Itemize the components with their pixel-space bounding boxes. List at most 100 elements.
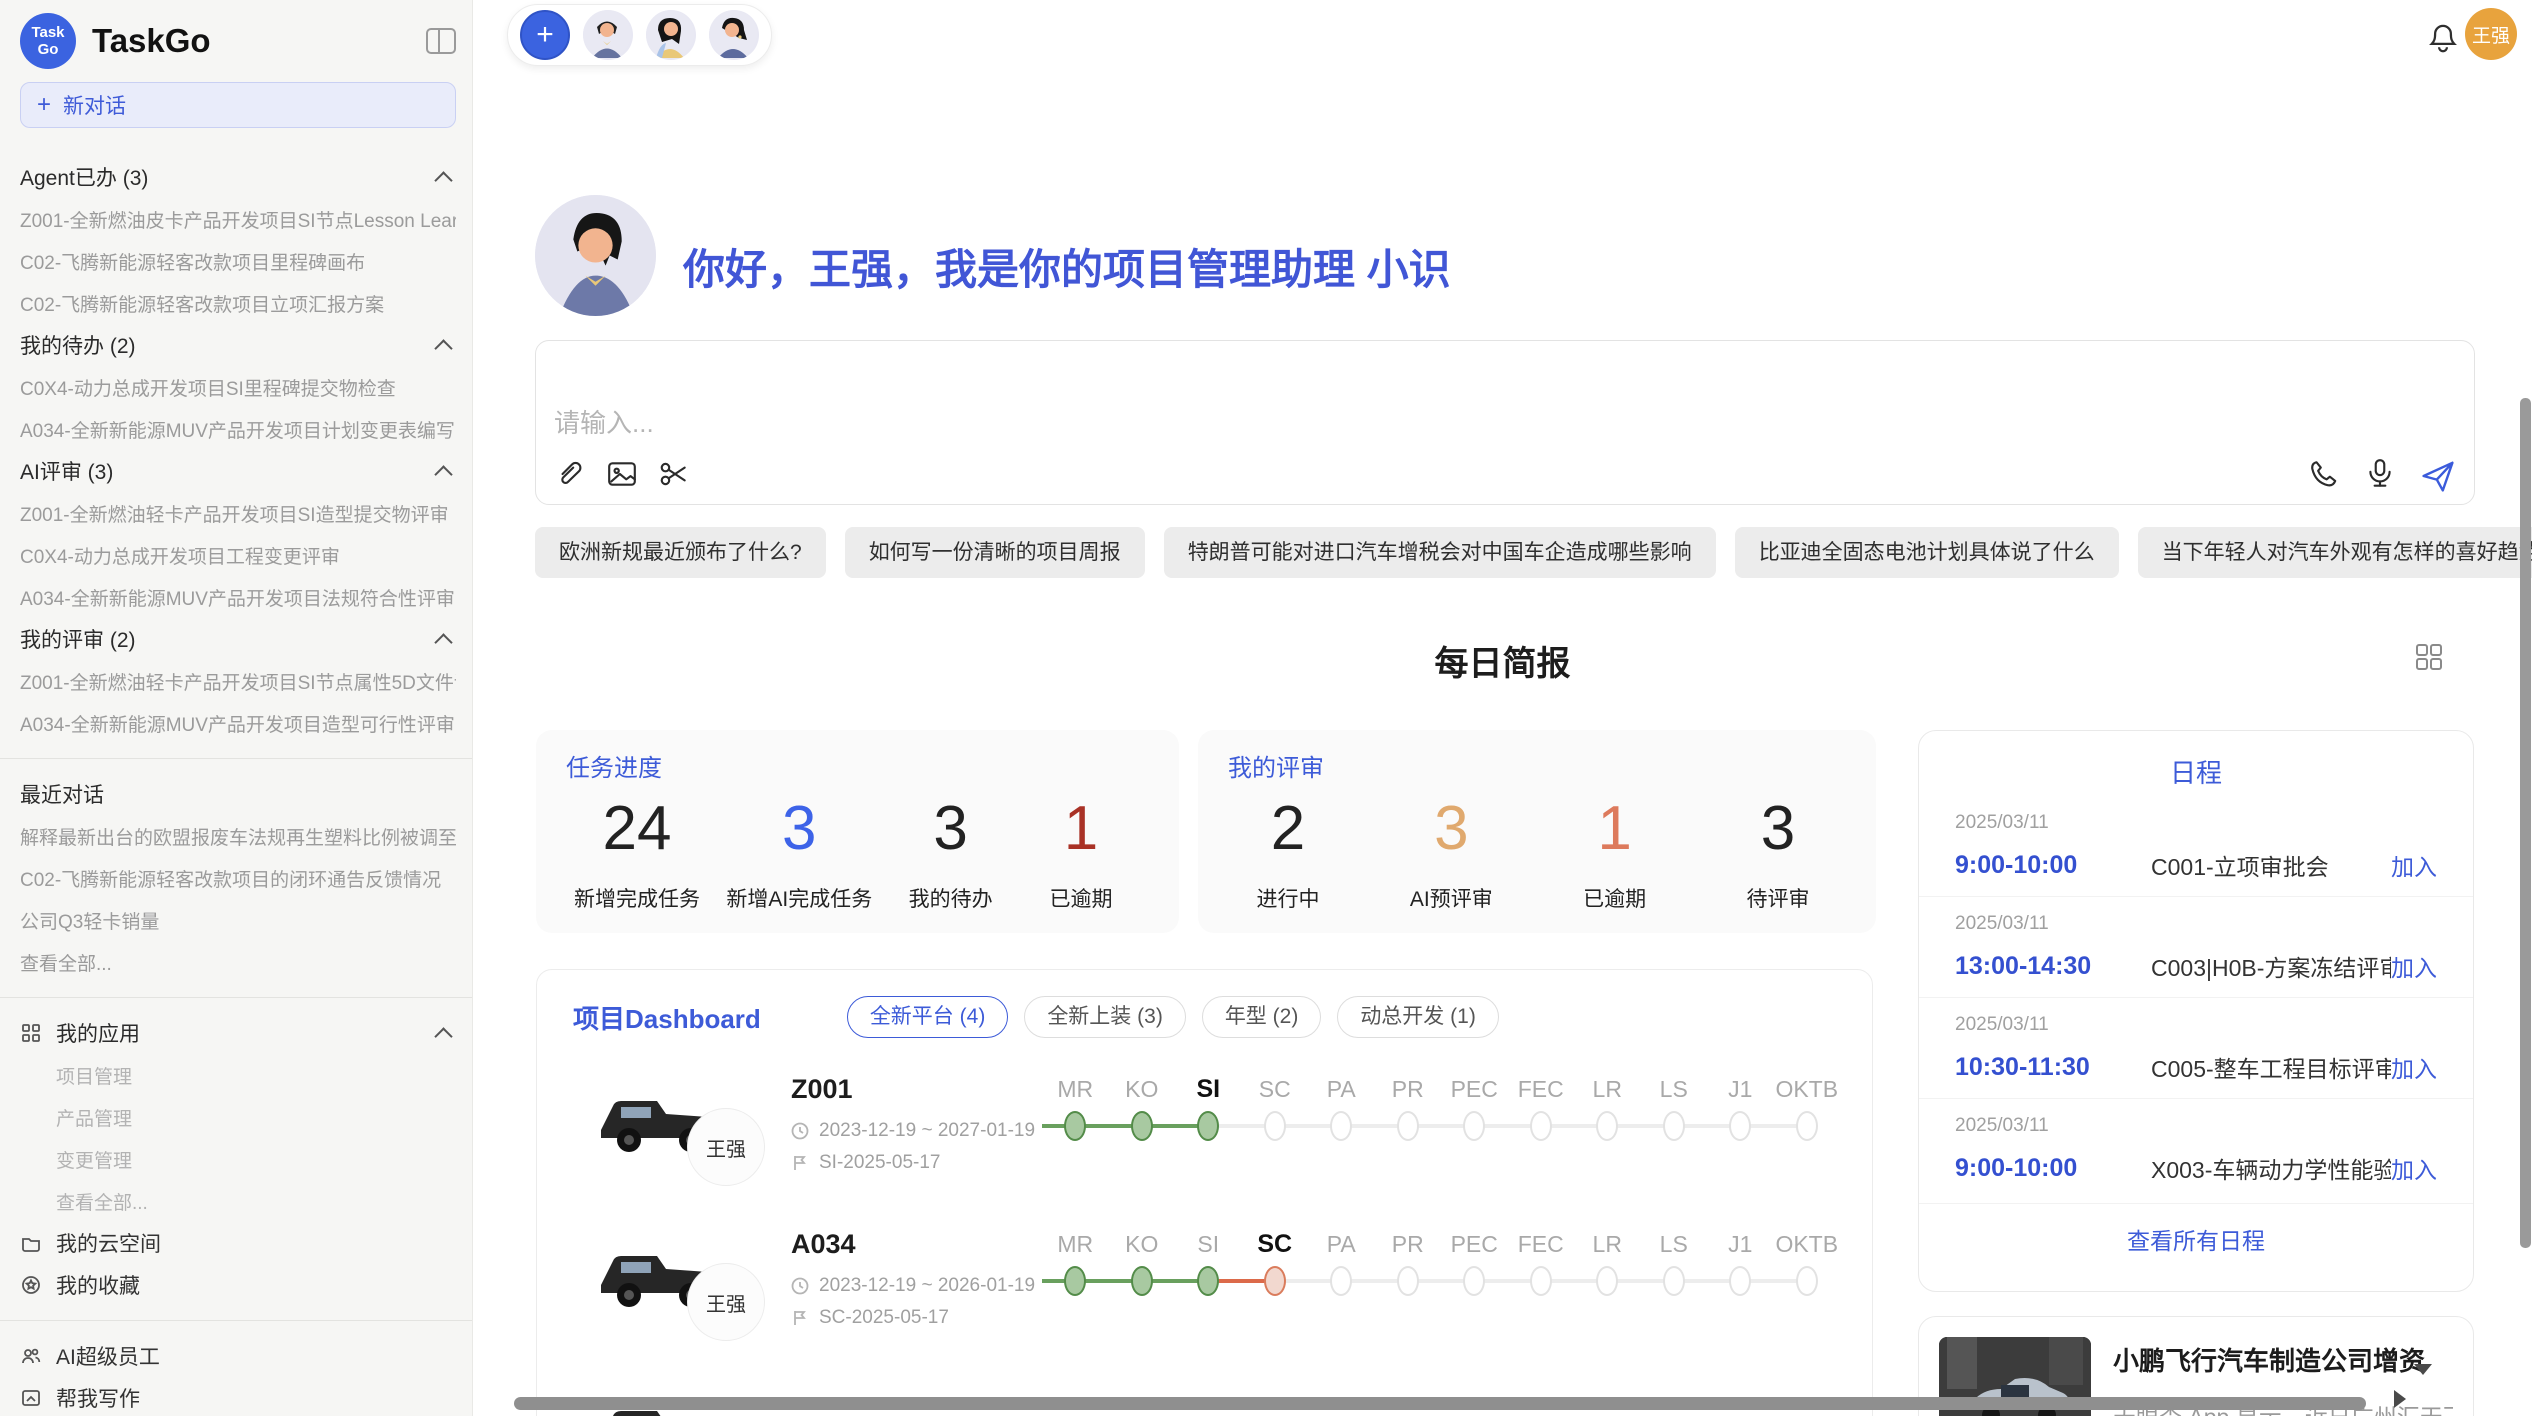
project-dates: 2023-12-19 ~ 2026-01-19 (819, 1275, 1035, 1297)
layout-grid-icon[interactable] (2414, 642, 2444, 672)
chevron-up-icon[interactable] (434, 633, 452, 651)
filter-powertrain[interactable]: 动总开发 (1) (1337, 996, 1499, 1038)
attachment-icon[interactable] (554, 458, 586, 490)
schedule-name: C001-立项审批会 (2151, 848, 2391, 882)
user-avatar[interactable]: 王强 (2465, 8, 2517, 60)
milestone-cell: PEC (1441, 1227, 1508, 1317)
sidebar-collapse-icon[interactable] (426, 28, 456, 54)
send-icon[interactable] (2420, 458, 2452, 490)
stat-value: 3 (1726, 797, 1830, 861)
sidebar-item-ai-staff[interactable]: AI超级员工 (20, 1335, 456, 1377)
stat-value: 3 (726, 797, 872, 861)
vertical-scrollbar[interactable] (2520, 398, 2531, 1248)
chat-input[interactable] (536, 341, 2474, 441)
daily-briefing-title: 每日简报 (473, 636, 2532, 685)
milestone-cell: PA (1308, 1227, 1375, 1317)
chevron-up-icon[interactable] (434, 465, 452, 483)
schedule-time: 13:00-14:30 (1955, 952, 2151, 981)
milestone-label: SC (1242, 1072, 1309, 1106)
task-item[interactable]: A034-全新新能源MUV产品开发项目计划变更表编写 (20, 408, 456, 450)
milestone-node (1330, 1266, 1352, 1296)
mic-icon[interactable] (2364, 458, 2396, 490)
project-row[interactable]: 王强 Z001 2023-12-19 ~ 2027-01-19 SI-2025-… (537, 1070, 1872, 1225)
schedule-name: C005-整车工程目标评审 (2151, 1050, 2391, 1084)
milestone-cell: FEC (1508, 1072, 1575, 1162)
filter-model-year[interactable]: 年型 (2) (1202, 996, 1322, 1038)
join-link[interactable]: 加入 (2391, 949, 2437, 983)
join-link[interactable]: 加入 (2391, 848, 2437, 882)
scissors-icon[interactable] (658, 458, 690, 490)
sidebar-item-write-helper[interactable]: 帮我写作 (20, 1377, 456, 1416)
chevron-up-icon[interactable] (434, 171, 452, 189)
app-item-product-mgmt[interactable]: 产品管理 (20, 1096, 456, 1138)
project-name[interactable]: A034 (791, 1229, 1037, 1260)
task-item[interactable]: A034-全新新能源MUV产品开发项目法规符合性评审 (20, 576, 456, 618)
join-link[interactable]: 加入 (2391, 1151, 2437, 1185)
scroll-down-arrow-icon[interactable] (2414, 1364, 2432, 1375)
view-all-schedule-link[interactable]: 查看所有日程 (1919, 1203, 2473, 1256)
scroll-right-arrow-icon[interactable] (2394, 1390, 2406, 1408)
horizontal-scrollbar[interactable] (514, 1397, 2366, 1410)
suggestion-chip[interactable]: 欧洲新规最近颁布了什么? (535, 527, 826, 578)
stat-value: 3 (899, 797, 1003, 861)
plus-icon: + (37, 91, 51, 119)
project-flag-date: SC-2025-05-17 (819, 1307, 949, 1329)
sidebar-item-favorites[interactable]: 我的收藏 (20, 1264, 456, 1306)
app-item-project-mgmt[interactable]: 项目管理 (20, 1054, 456, 1096)
new-chat-button[interactable]: + 新对话 (20, 82, 456, 128)
section-label: Agent已办 (3) (20, 162, 148, 192)
suggestion-chip[interactable]: 特朗普可能对进口汽车增税会对中国车企造成哪些影响 (1164, 527, 1716, 578)
task-item[interactable]: C0X4-动力总成开发项目工程变更评审 (20, 534, 456, 576)
section-my-todo[interactable]: 我的待办 (2) (20, 324, 456, 366)
schedule-time: 10:30-11:30 (1955, 1053, 2151, 1082)
task-item[interactable]: C0X4-动力总成开发项目SI里程碑提交物检查 (20, 366, 456, 408)
schedule-time: 9:00-10:00 (1955, 851, 2151, 880)
task-item[interactable]: Z001-全新燃油皮卡产品开发项目SI节点Lesson Learn报告 (20, 198, 456, 240)
suggestion-chip[interactable]: 当下年轻人对汽车外观有怎样的喜好趋势 (2138, 527, 2532, 578)
apps-view-all[interactable]: 查看全部... (20, 1180, 456, 1222)
suggestion-chip[interactable]: 如何写一份清晰的项目周报 (845, 527, 1145, 578)
milestone-label: MR (1042, 1072, 1109, 1106)
notification-bell-icon[interactable] (2425, 18, 2461, 54)
schedule-title: 日程 (1919, 753, 2473, 790)
milestone-label: SI (1175, 1227, 1242, 1261)
recent-chat-item[interactable]: 公司Q3轻卡销量 (20, 899, 456, 941)
section-my-apps[interactable]: 我的应用 (20, 1012, 456, 1054)
recent-chat-item[interactable]: 解释最新出台的欧盟报废车法规再生塑料比例被调至15%... (20, 815, 456, 857)
schedule-date: 2025/03/11 (1955, 1115, 2437, 1137)
sidebar: Task Go TaskGo + 新对话 Agent已办 (3) Z001-全新… (0, 0, 473, 1416)
section-agent-done[interactable]: Agent已办 (3) (20, 156, 456, 198)
task-item[interactable]: Z001-全新燃油轻卡产品开发项目SI造型提交物评审 (20, 492, 456, 534)
task-item[interactable]: A034-全新新能源MUV产品开发项目造型可行性评审 (20, 702, 456, 744)
agent-avatar[interactable] (709, 10, 759, 60)
task-item[interactable]: Z001-全新燃油轻卡产品开发项目SI节点属性5D文件评审 (20, 660, 456, 702)
filter-new-body[interactable]: 全新上装 (3) (1024, 996, 1186, 1038)
add-agent-button[interactable]: + (520, 10, 570, 60)
chevron-up-icon[interactable] (434, 1027, 452, 1045)
agent-avatar[interactable] (583, 10, 633, 60)
task-item[interactable]: C02-飞腾新能源轻客改款项目里程碑画布 (20, 240, 456, 282)
milestone-cell: KO (1109, 1072, 1176, 1162)
section-ai-review[interactable]: AI评审 (3) (20, 450, 456, 492)
milestone-label: J1 (1707, 1227, 1774, 1261)
section-my-review[interactable]: 我的评审 (2) (20, 618, 456, 660)
join-link[interactable]: 加入 (2391, 1050, 2437, 1084)
recent-view-all[interactable]: 查看全部... (20, 941, 456, 983)
milestone-node (1131, 1111, 1153, 1141)
project-name[interactable]: Z001 (791, 1074, 1037, 1105)
project-row[interactable]: 王强 A034 2023-12-19 ~ 2026-01-19 SC-2025-… (537, 1225, 1872, 1380)
recent-chat-item[interactable]: C02-飞腾新能源轻客改款项目的闭环通告反馈情况 (20, 857, 456, 899)
agent-avatar[interactable] (646, 10, 696, 60)
task-item[interactable]: C02-飞腾新能源轻客改款项目立项汇报方案 (20, 282, 456, 324)
filter-new-platform[interactable]: 全新平台 (4) (847, 996, 1009, 1038)
project-owner-badge: 王强 (687, 1263, 765, 1341)
chevron-up-icon[interactable] (434, 339, 452, 357)
suggestion-chip[interactable]: 比亚迪全固态电池计划具体说了什么 (1735, 527, 2119, 578)
sidebar-item-cloud-space[interactable]: 我的云空间 (20, 1222, 456, 1264)
phone-icon[interactable] (2308, 458, 2340, 490)
schedule-item: 2025/03/11 10:30-11:30 C005-整车工程目标评审 加入 (1919, 997, 2473, 1098)
app-item-change-mgmt[interactable]: 变更管理 (20, 1138, 456, 1180)
image-icon[interactable] (606, 458, 638, 490)
badge-icon (20, 1274, 42, 1296)
milestone-node (1596, 1111, 1618, 1141)
